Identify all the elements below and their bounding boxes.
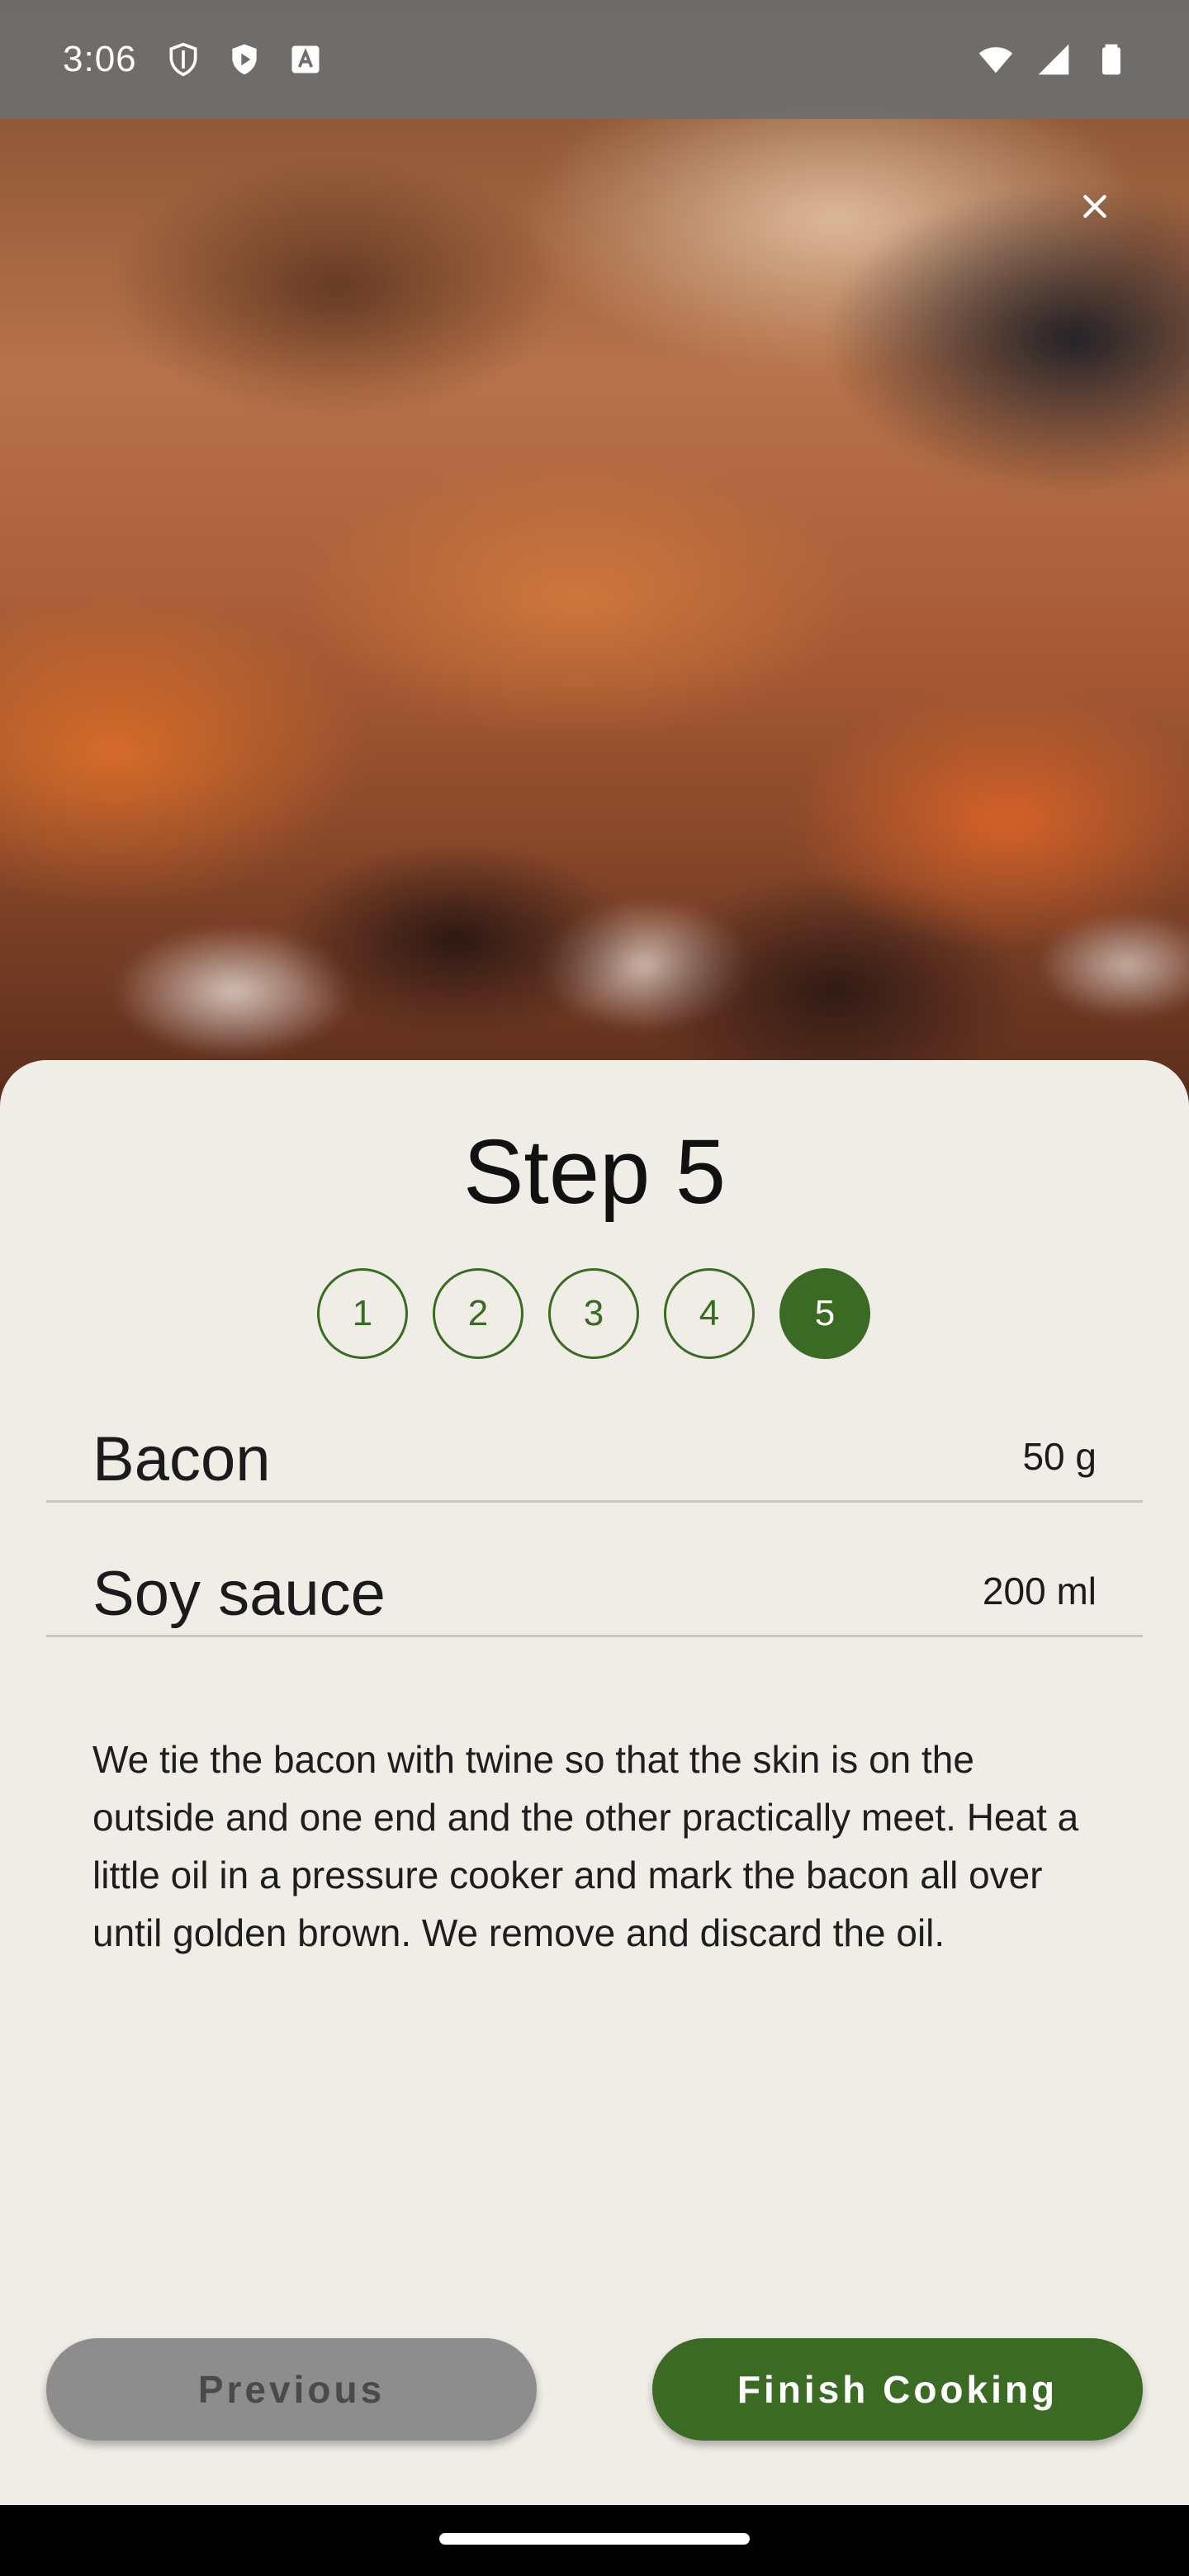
recipe-hero-image: [0, 0, 1189, 1112]
signal-icon: [1038, 44, 1069, 75]
ingredient-quantity: 50 g: [1022, 1435, 1097, 1478]
status-system-icons: [978, 41, 1130, 78]
battery-icon: [1102, 44, 1120, 75]
step-title: Step 5: [462, 1121, 727, 1223]
close-icon: [1083, 195, 1106, 218]
step-indicator-1[interactable]: 1: [317, 1268, 408, 1359]
play-protect-icon: [231, 44, 257, 75]
font-a-icon: [291, 45, 320, 73]
ingredient-quantity: 200 ml: [982, 1570, 1097, 1612]
step-indicator-4[interactable]: 4: [664, 1268, 755, 1359]
wifi-icon: [978, 47, 1013, 73]
previous-button[interactable]: Previous: [46, 2338, 537, 2441]
ingredient-row: Soy sauce 200 ml: [46, 1555, 1143, 1637]
step-description: We tie the bacon with twine so that the …: [92, 1738, 1079, 1954]
step-indicator-2[interactable]: 2: [433, 1268, 523, 1359]
ingredient-name: Soy sauce: [92, 1559, 386, 1629]
cooking-step-screen: 3:06 Step 5 1 2 3 4 5 Bacon 50 g Soy sau…: [0, 0, 1189, 2576]
step-indicator-3[interactable]: 3: [548, 1268, 639, 1359]
status-time: 3:06: [63, 39, 137, 79]
step-indicator: 1 2 3 4 5: [317, 1268, 870, 1359]
finish-cooking-button[interactable]: Finish Cooking: [652, 2338, 1143, 2441]
navigation-bar: [0, 2505, 1189, 2576]
ingredient-name: Bacon: [92, 1424, 271, 1494]
status-notification-icons: [165, 41, 324, 78]
status-bar: 3:06: [0, 0, 1189, 119]
step-indicator-5-active[interactable]: 5: [779, 1268, 870, 1359]
shield-icon: [169, 42, 197, 77]
home-gesture-handle[interactable]: [439, 2533, 750, 2545]
ingredient-row: Bacon 50 g: [46, 1420, 1143, 1503]
close-button[interactable]: [1070, 182, 1120, 231]
